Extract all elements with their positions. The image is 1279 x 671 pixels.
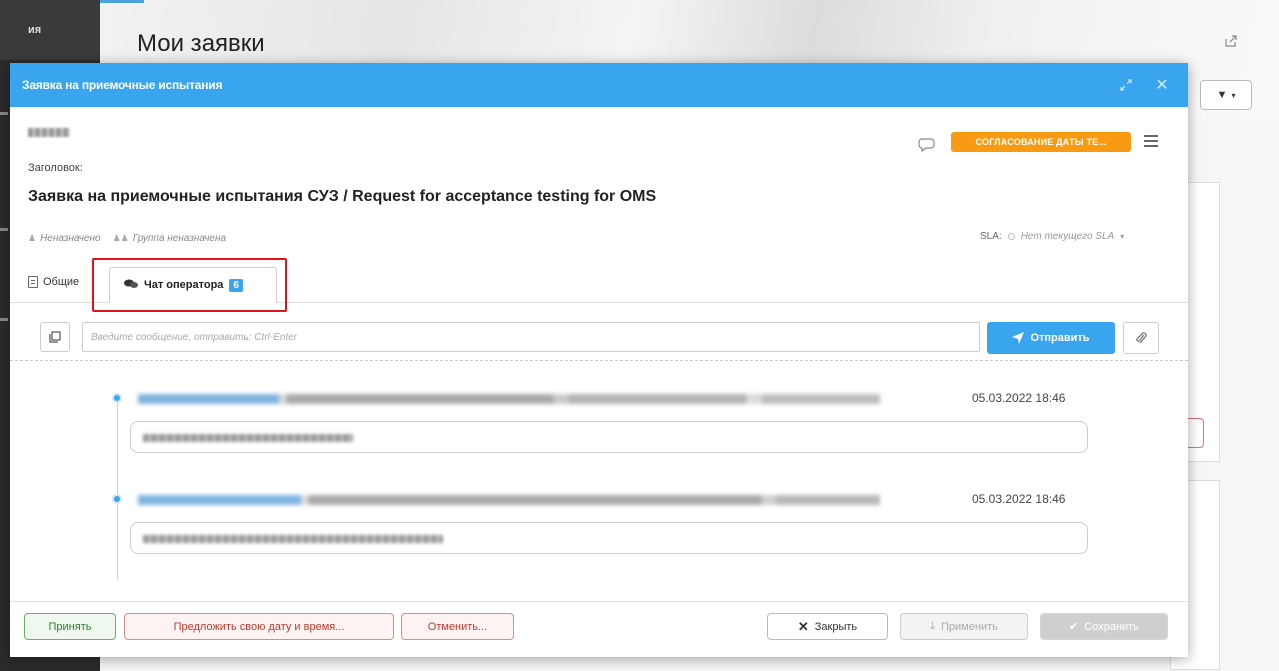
copy-icon — [49, 331, 61, 343]
copy-button[interactable] — [40, 322, 70, 352]
cancel-request-button[interactable]: Отменить... — [401, 613, 514, 640]
sidebar-marker — [0, 112, 8, 115]
apply-button[interactable]: ⤓ Применить — [900, 613, 1028, 640]
assignment-row: ♟ Неназначено ♟♟ Группа неназначена — [28, 233, 226, 244]
propose-datetime-button[interactable]: Предложить свою дату и время... — [124, 613, 394, 640]
accept-button[interactable]: Принять — [24, 613, 116, 640]
save-button-label: Сохранить — [1084, 620, 1139, 633]
save-button[interactable]: ✔ Сохранить — [1040, 613, 1168, 640]
apply-button-label: Применить — [941, 620, 998, 633]
document-icon — [28, 276, 38, 288]
share-icon[interactable] — [1224, 34, 1238, 48]
check-icon: ✔ — [1069, 621, 1079, 633]
message-time: 05.03.2022 18:46 — [972, 391, 1066, 405]
chat-timeline — [117, 393, 118, 579]
group-field[interactable]: ♟♟ Группа неназначена — [113, 233, 226, 244]
attach-button[interactable] — [1123, 322, 1159, 354]
message-marker — [112, 393, 122, 403]
send-button[interactable]: Отправить — [987, 322, 1115, 354]
close-icon[interactable]: ✕ — [1152, 75, 1172, 95]
chevron-down-icon: ▾ — [1231, 90, 1236, 100]
composer-separator — [10, 360, 1188, 361]
filter-button[interactable]: ▼ ▾ — [1200, 80, 1252, 110]
heading-label: Заголовок: — [28, 162, 83, 174]
ticket-title: Заявка на приемочные испытания СУЗ / Req… — [28, 188, 657, 205]
highlight-annotation — [92, 258, 287, 312]
message-time: 05.03.2022 18:46 — [972, 492, 1066, 506]
chat-bubble-icon[interactable] — [918, 136, 936, 152]
sla-value[interactable]: Нет текущего SLA — [1021, 231, 1115, 242]
message-text-redacted — [143, 434, 353, 442]
message-author-redacted — [138, 495, 880, 505]
modal-title: Заявка на приемочные испытания — [22, 78, 223, 92]
page-title: Мои заявки — [137, 30, 265, 57]
close-button-label: Закрыть — [814, 620, 858, 633]
menu-icon[interactable] — [1144, 135, 1158, 147]
message-input[interactable] — [82, 322, 980, 352]
message-bubble — [130, 421, 1088, 453]
chevron-down-icon[interactable]: ▾ — [1120, 232, 1124, 241]
group-value: Группа неназначена — [132, 233, 227, 244]
group-icon: ♟♟ — [112, 233, 129, 243]
close-icon: ✕ — [797, 618, 809, 634]
sla-field: SLA: Нет текущего SLA ▾ — [980, 231, 1124, 242]
filter-icon: ▼ — [1216, 89, 1228, 101]
sidebar-top — [0, 0, 100, 60]
sla-status-icon — [1007, 233, 1015, 240]
footer-separator — [10, 601, 1188, 602]
modal-header: Заявка на приемочные испытания ✕ — [10, 63, 1188, 107]
close-button[interactable]: ✕ Закрыть — [767, 613, 888, 640]
sla-label: SLA: — [980, 231, 1002, 242]
tab-general[interactable]: Общие — [28, 276, 79, 288]
send-icon — [1012, 332, 1025, 344]
ticket-number-redacted — [28, 128, 70, 137]
assignee-value: Неназначено — [40, 233, 101, 244]
tab-general-label: Общие — [43, 276, 80, 288]
active-tab-marker — [100, 0, 144, 3]
sidebar-item-label[interactable]: ия — [28, 24, 41, 36]
message-bubble — [130, 522, 1088, 554]
message-author-redacted — [138, 394, 880, 404]
user-icon: ♟ — [28, 233, 37, 243]
download-icon: ⤓ — [930, 620, 936, 632]
ticket-modal: Заявка на приемочные испытания ✕ Заголов… — [10, 63, 1188, 657]
sidebar-marker — [0, 318, 8, 321]
sidebar-marker — [0, 228, 8, 231]
expand-icon[interactable] — [1116, 75, 1136, 95]
message-marker — [112, 494, 122, 504]
status-badge[interactable]: СОГЛАСОВАНИЕ ДАТЫ ТЕ... — [951, 132, 1131, 152]
paperclip-icon — [1136, 332, 1147, 344]
assignee-field[interactable]: ♟ Неназначено — [28, 233, 101, 244]
send-button-label: Отправить — [1030, 332, 1090, 344]
message-text-redacted — [143, 535, 443, 543]
